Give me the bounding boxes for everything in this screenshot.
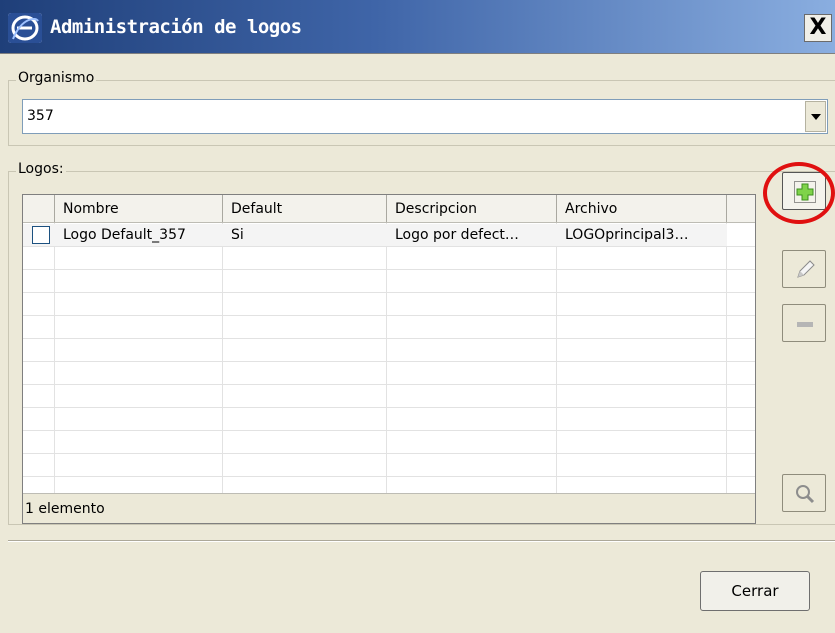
title-bar: Administración de logos X xyxy=(0,0,835,54)
column-header-descripcion[interactable]: Descripcion xyxy=(387,195,557,222)
dropdown-arrow-button[interactable] xyxy=(805,101,826,132)
organismo-label: Organismo xyxy=(16,70,97,86)
column-header-default[interactable]: Default xyxy=(223,195,387,222)
chevron-down-icon xyxy=(811,114,821,120)
close-button[interactable]: Cerrar xyxy=(700,571,810,611)
search-logo-button[interactable] xyxy=(782,474,826,512)
column-header-select[interactable] xyxy=(23,195,55,222)
cell-descripcion: Logo por defect… xyxy=(395,227,519,243)
column-header-nombre[interactable]: Nombre xyxy=(55,195,223,222)
row-checkbox[interactable] xyxy=(32,226,50,244)
cell-default: Si xyxy=(231,227,244,243)
highlight-circle-annotation xyxy=(763,162,835,224)
organismo-select[interactable]: 357 xyxy=(22,99,828,134)
logos-table: Nombre Default Descripcion Archivo Logo … xyxy=(22,194,756,524)
table-status-count: 1 elemento xyxy=(23,493,755,523)
close-window-button[interactable]: X xyxy=(804,14,832,42)
cell-archivo: LOGOprincipal3… xyxy=(565,227,689,243)
edit-logo-button[interactable] xyxy=(782,250,826,288)
magnifier-icon xyxy=(796,485,815,504)
pencil-icon xyxy=(797,260,815,278)
cell-nombre: Logo Default_357 xyxy=(63,227,186,243)
minus-icon xyxy=(797,322,813,327)
app-logo-icon xyxy=(8,13,42,43)
logos-label: Logos: xyxy=(16,161,66,177)
remove-logo-button[interactable] xyxy=(782,304,826,342)
window-title: Administración de logos xyxy=(50,16,302,38)
table-header: Nombre Default Descripcion Archivo xyxy=(23,195,755,223)
footer-divider xyxy=(8,540,835,542)
column-header-archivo[interactable]: Archivo xyxy=(557,195,727,222)
organismo-selected-value: 357 xyxy=(27,108,54,124)
